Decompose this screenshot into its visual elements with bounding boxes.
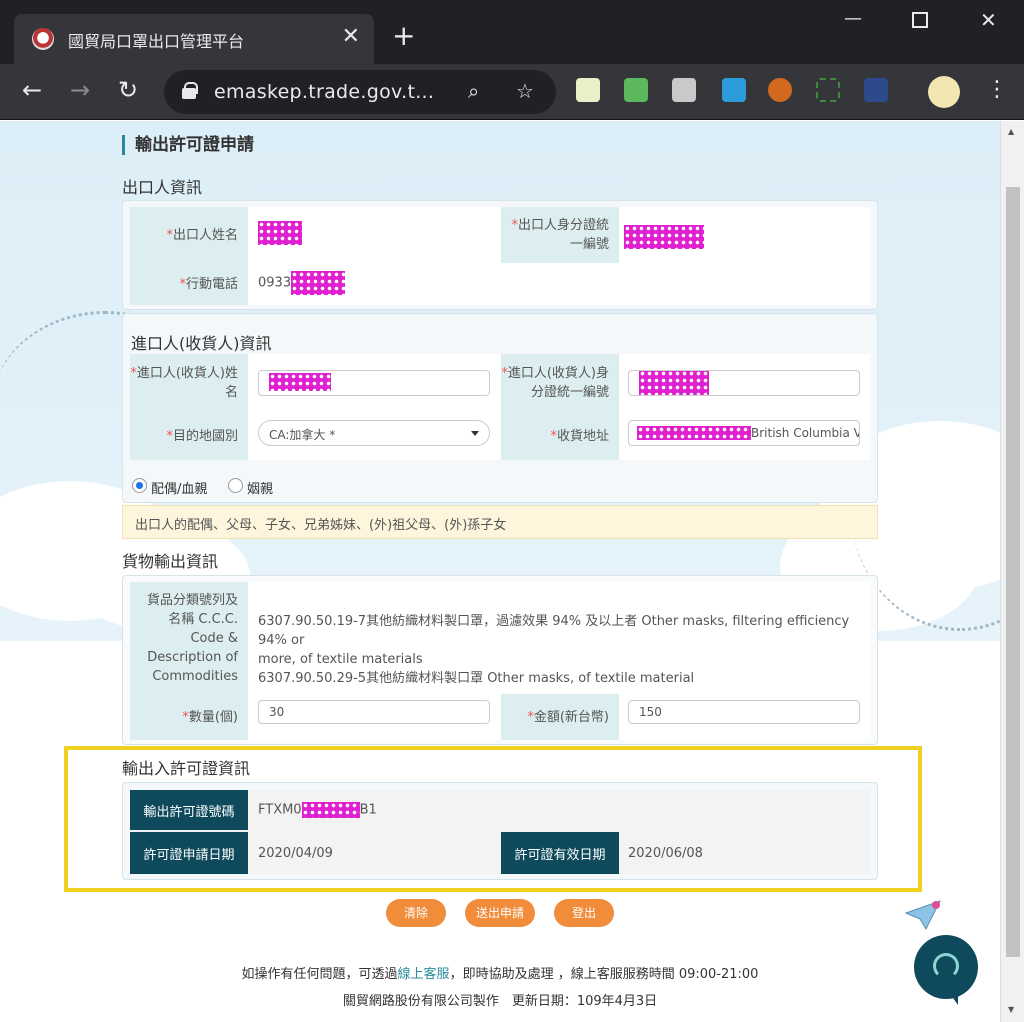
customer-service-chat-button[interactable] xyxy=(914,935,978,1005)
phone-value: 0933 xyxy=(258,271,346,295)
redacted-mark xyxy=(637,425,751,440)
exporter-name-value xyxy=(258,221,302,245)
browser-tab[interactable]: 國貿局口罩出口管理平台 ✕ xyxy=(14,14,374,64)
profile-avatar[interactable] xyxy=(928,76,960,108)
browser-toolbar: ← → ↻ emaskep.trade.gov.t... ⌕ ☆ ⋮ xyxy=(0,64,1024,120)
ccc-line: 6307.90.50.29-5其他紡織材料製口罩 Other masks, of… xyxy=(258,671,695,686)
destination-country-select[interactable]: CA:加拿大 * xyxy=(258,420,490,446)
page-title: 輸出許可證申請 xyxy=(122,135,254,155)
extension-icon[interactable] xyxy=(672,78,696,102)
action-bar: 清除 送出申請 登出 xyxy=(0,821,1000,941)
ccc-line: 6307.90.50.19-7其他紡織材料製口罩，過濾效果 94% 及以上者 O… xyxy=(258,614,850,648)
phone-label: * 行動電話 xyxy=(130,263,248,305)
scroll-up-icon[interactable]: ▲ xyxy=(1008,127,1014,136)
page-scrollbar[interactable]: ▲ ▼ xyxy=(1000,121,1024,1022)
logout-button[interactable]: 登出 xyxy=(554,899,614,927)
importer-name-label: *進口人(收貨人)姓名 xyxy=(130,354,248,412)
relation-label-blood: 配偶/血親 xyxy=(151,482,208,497)
relation-radio-in-law[interactable] xyxy=(228,478,243,493)
redacted-mark xyxy=(269,373,331,391)
tab-title: 國貿局口罩出口管理平台 xyxy=(68,32,245,51)
scroll-down-icon[interactable]: ▼ xyxy=(1008,1005,1014,1014)
chrome-menu-icon[interactable]: ⋮ xyxy=(986,76,1008,104)
headset-icon xyxy=(933,953,959,979)
chevron-down-icon xyxy=(471,431,479,436)
ccc-description: 6307.90.50.19-7其他紡織材料製口罩，過濾效果 94% 及以上者 O… xyxy=(258,612,868,688)
exporter-heading: 出口人資訊 xyxy=(122,178,203,197)
redacted-mark xyxy=(258,221,302,245)
maximize-icon[interactable] xyxy=(912,12,928,28)
goods-card: 貨品分類號列及名稱 C.C.C. Code & Description of C… xyxy=(122,575,878,745)
address-bar[interactable]: emaskep.trade.gov.t... ⌕ ☆ xyxy=(164,70,556,114)
destination-country-label: * 目的地國別 xyxy=(130,412,248,460)
importer-heading: 進口人(收貨人)資訊 xyxy=(131,334,272,353)
goods-heading: 貨物輸出資訊 xyxy=(122,552,219,571)
footer-credit: 關貿網路股份有限公司製作 更新日期：109年4月3日 xyxy=(342,994,658,1009)
address-label: * 收貨地址 xyxy=(501,412,619,460)
importer-name-input[interactable] xyxy=(258,370,490,396)
footer-contact: 如操作有任何問題，可透過線上客服，即時協助及處理 ，線上客服服務時間 09:00… xyxy=(0,963,1000,982)
exporter-id-value xyxy=(624,225,704,249)
screenshot-extension-icon[interactable] xyxy=(816,78,840,102)
clear-button[interactable]: 清除 xyxy=(386,899,446,927)
paper-plane-logo-icon xyxy=(904,899,944,935)
lock-icon xyxy=(182,82,198,99)
extension-icon[interactable] xyxy=(768,78,792,102)
new-tab-icon[interactable]: + xyxy=(392,22,415,50)
amount-label: * 金額(新台幣) xyxy=(501,694,619,740)
browser-tab-bar: 國貿局口罩出口管理平台 ✕ + — ✕ xyxy=(0,0,1024,64)
reload-icon[interactable]: ↻ xyxy=(118,76,138,104)
redacted-mark xyxy=(624,225,704,249)
address-input[interactable]: British Columbia V4 xyxy=(628,420,860,446)
importer-id-label: *進口人(收貨人)身分證統一編號 xyxy=(501,354,619,412)
footer-text: ，即時協助及處理 ，線上客服服務時間 09:00-21:00 xyxy=(449,967,759,982)
scroll-thumb[interactable] xyxy=(1006,187,1020,957)
extension-icon[interactable] xyxy=(576,78,600,102)
redacted-mark xyxy=(639,371,709,395)
exporter-name-label: * 出口人姓名 xyxy=(130,207,248,263)
bookmark-star-icon[interactable]: ☆ xyxy=(516,79,534,103)
ccc-label: 貨品分類號列及名稱 C.C.C. Code & Description of C… xyxy=(130,582,248,694)
exporter-id-label: *出口人身分證統一編號 xyxy=(501,207,619,263)
extension-icon[interactable] xyxy=(864,78,888,102)
relation-note: 出口人的配偶、父母、子女、兄弟姊妹、(外)祖父母、(外)孫子女 xyxy=(122,505,878,539)
exporter-card: * 出口人姓名 *出口人身分證統一編號 * 行動電話 0933 xyxy=(122,200,878,310)
ccc-line: more, of textile materials xyxy=(258,652,423,667)
footer-text: 如操作有任何問題，可透過 xyxy=(241,967,398,982)
close-tab-icon[interactable]: ✕ xyxy=(342,24,360,49)
page-viewport: 輸出許可證申請 出口人資訊 * 出口人姓名 *出口人身分證統一編號 * 行動電話 0… xyxy=(0,121,1000,1022)
redacted-mark xyxy=(291,271,346,295)
zoom-icon[interactable]: ⌕ xyxy=(468,79,479,103)
extension-icon[interactable] xyxy=(624,78,648,102)
relation-label-in-law: 姻親 xyxy=(247,482,274,497)
extension-icon[interactable] xyxy=(722,78,746,102)
back-icon[interactable]: ← xyxy=(22,76,42,104)
importer-card: 進口人(收貨人)資訊 *進口人(收貨人)姓名 *進口人(收貨人)身分證統一編號 … xyxy=(122,313,878,503)
importer-id-input[interactable] xyxy=(628,370,860,396)
forward-icon[interactable]: → xyxy=(70,76,90,104)
site-favicon-icon xyxy=(32,28,54,50)
amount-input[interactable]: 150 xyxy=(628,700,860,724)
quantity-input[interactable]: 30 xyxy=(258,700,490,724)
minimize-icon[interactable]: — xyxy=(844,8,862,29)
online-support-link[interactable]: 線上客服 xyxy=(398,967,450,982)
relation-radio-blood[interactable] xyxy=(132,478,147,493)
quantity-label: * 數量(個) xyxy=(130,694,248,740)
close-window-icon[interactable]: ✕ xyxy=(980,8,997,32)
submit-button[interactable]: 送出申請 xyxy=(465,899,535,927)
url-text: emaskep.trade.gov.t... xyxy=(214,81,435,103)
